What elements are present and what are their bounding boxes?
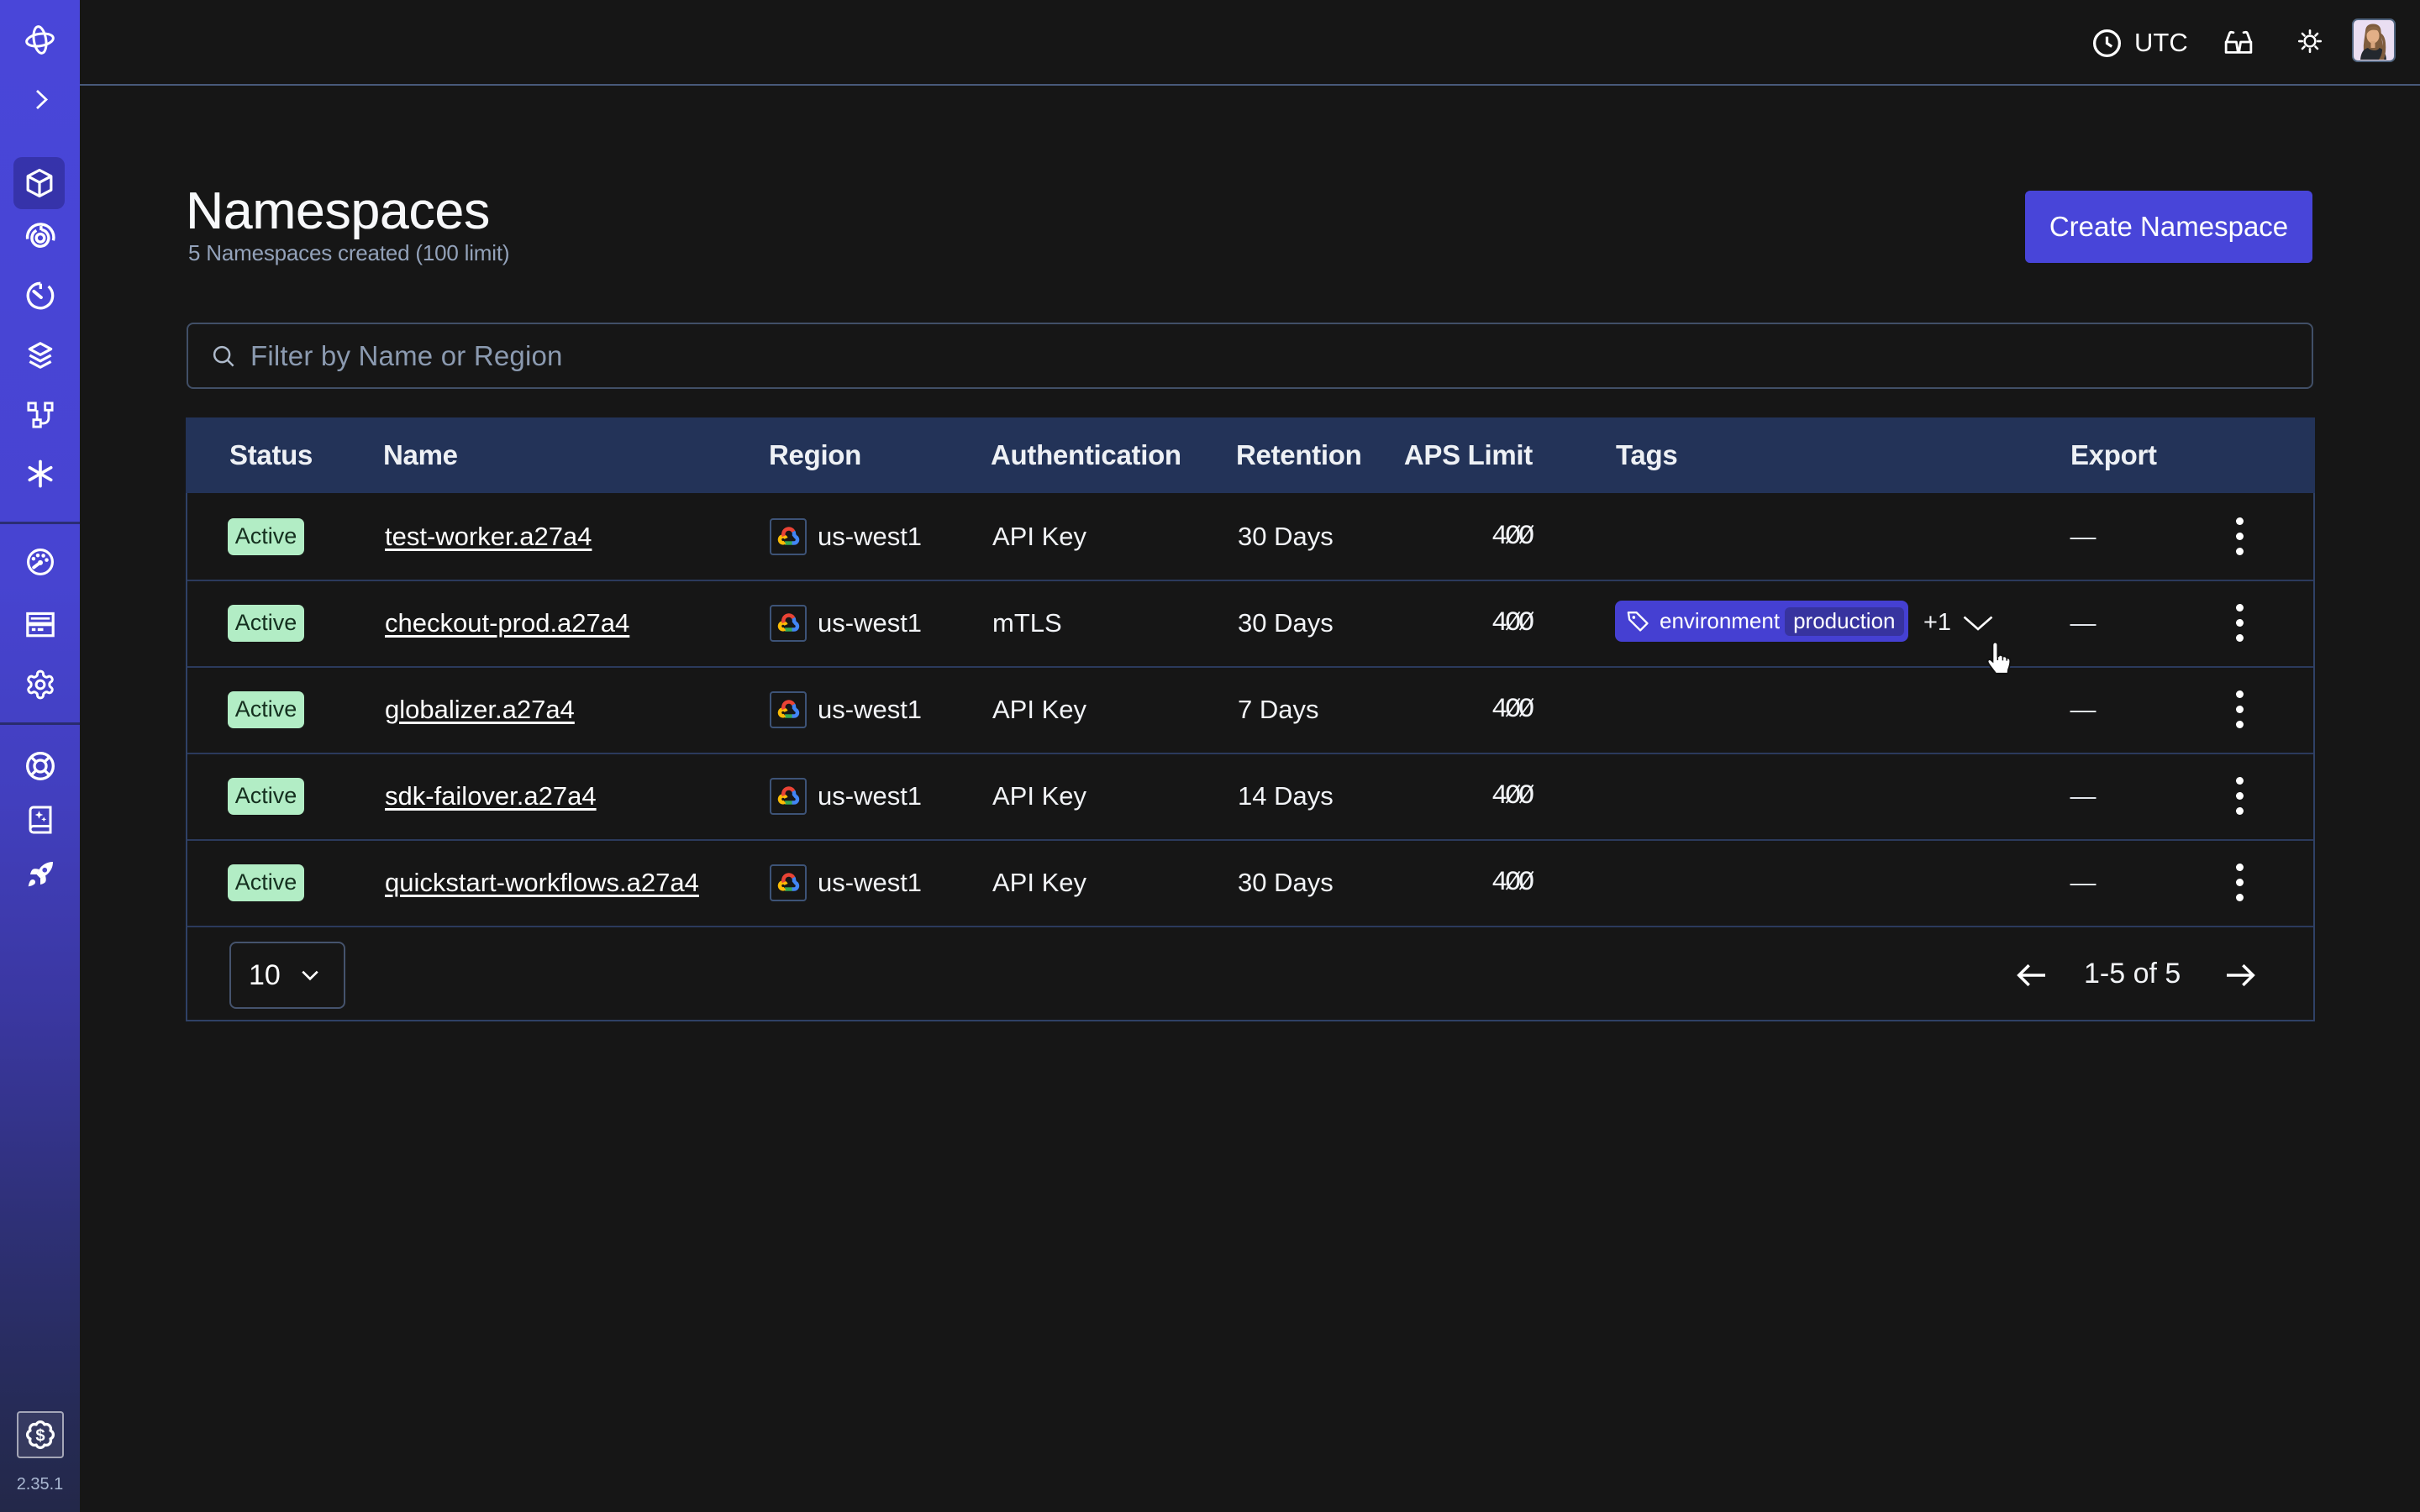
svg-text:$: $ <box>35 1427 45 1446</box>
